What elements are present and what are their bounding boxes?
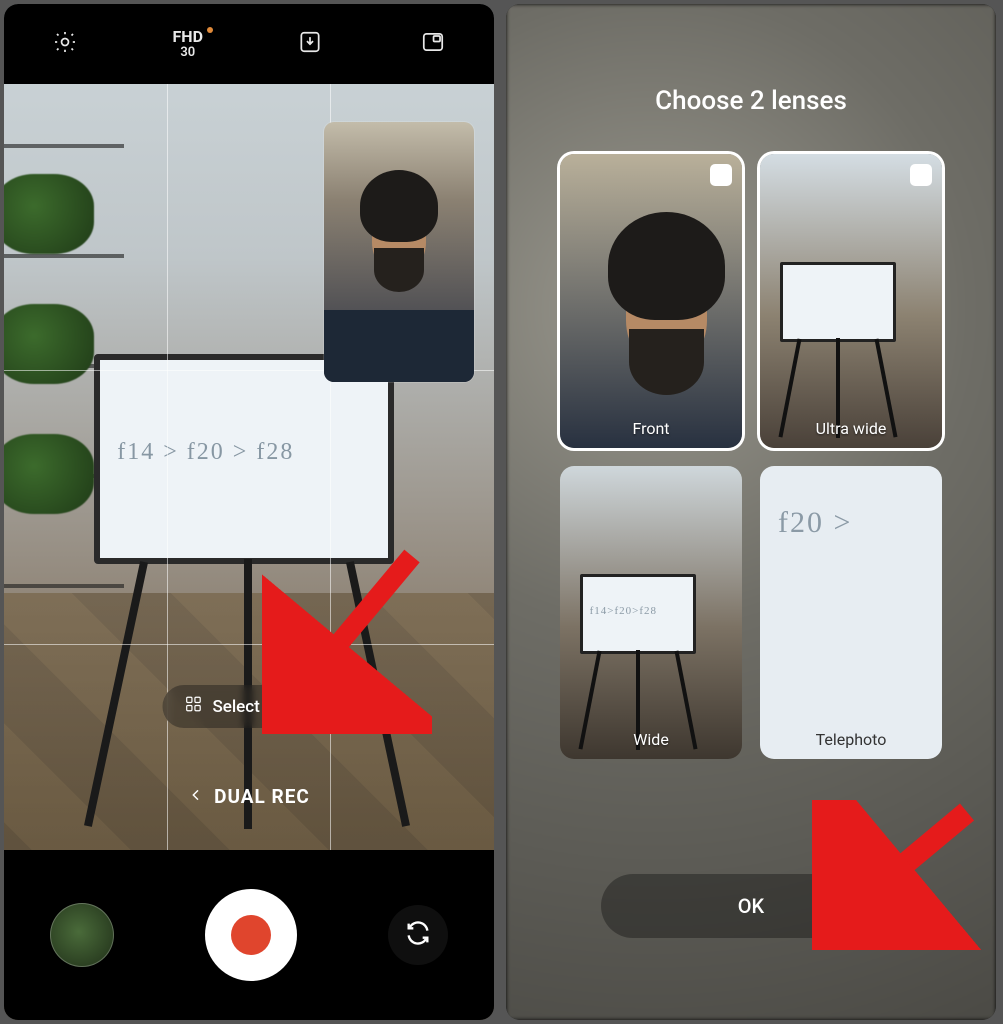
settings-icon[interactable]: [52, 29, 78, 59]
resolution-button[interactable]: FHD 30: [173, 29, 203, 59]
resolution-text: FHD: [173, 27, 203, 46]
lens-label: Front: [560, 419, 742, 438]
top-toolbar: FHD 30: [4, 4, 494, 84]
ok-label: OK: [738, 894, 764, 918]
mini-whiteboard: [580, 574, 696, 654]
select-lenses-label: Select lenses: [212, 697, 313, 717]
gallery-thumbnail[interactable]: [50, 903, 114, 967]
chevron-left-icon: [188, 785, 204, 808]
lens-label: Telephoto: [760, 730, 942, 749]
pip-front-preview[interactable]: [324, 122, 474, 382]
whiteboard-text: f14 > f20 > f28: [117, 439, 294, 466]
whiteboard: f14 > f20 > f28: [94, 354, 394, 564]
switch-camera-icon: [404, 919, 432, 951]
lens-label: Ultra wide: [760, 419, 942, 438]
mode-label: DUAL REC: [214, 785, 310, 808]
lens-label: Wide: [560, 730, 742, 749]
lens-chooser-screen: Choose 2 lenses Front Ultra wide Wide f2…: [506, 4, 996, 1020]
lens-option-wide[interactable]: Wide: [560, 466, 742, 760]
record-button[interactable]: [205, 889, 297, 981]
grid-icon: [184, 695, 202, 718]
select-lenses-button[interactable]: Select lenses: [162, 685, 335, 728]
lens-grid: Front Ultra wide Wide f20 > Telephoto: [560, 154, 942, 759]
tele-whiteboard-text: f20 >: [778, 506, 852, 540]
lens-option-front[interactable]: Front: [560, 154, 742, 448]
lens-option-ultrawide[interactable]: Ultra wide: [760, 154, 942, 448]
checkbox-checked-icon: [710, 164, 732, 186]
checkbox-checked-icon: [910, 164, 932, 186]
ok-button[interactable]: OK: [601, 874, 901, 938]
fps-text: 30: [173, 46, 203, 60]
switch-camera-button[interactable]: [388, 905, 448, 965]
lens-option-telephoto[interactable]: f20 > Telephoto: [760, 466, 942, 760]
overlay-title: Choose 2 lenses: [506, 86, 996, 116]
mode-selector[interactable]: DUAL REC: [4, 785, 494, 808]
save-location-icon[interactable]: [297, 29, 323, 59]
record-dot-icon: [231, 915, 271, 955]
camera-screen: f14 > f20 > f28 FHD 30: [4, 4, 494, 1020]
bottom-toolbar: [4, 850, 494, 1020]
pip-layout-icon[interactable]: [420, 29, 446, 59]
